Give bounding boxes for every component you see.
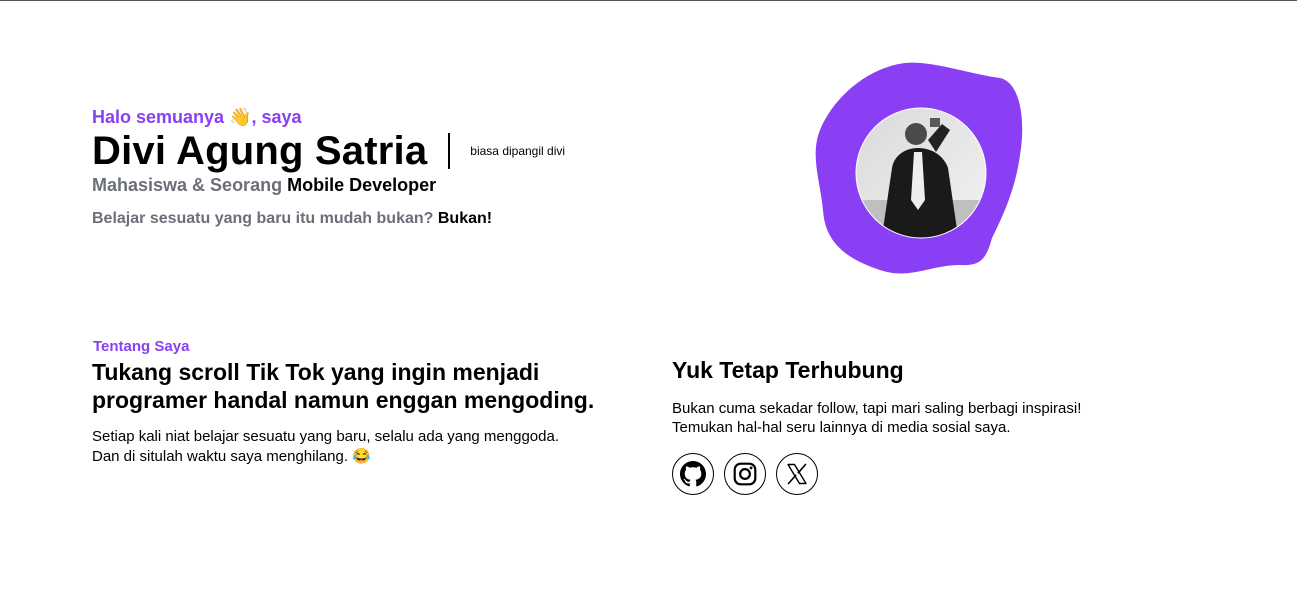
connect-section: Yuk Tetap Terhubung Bukan cuma sekadar f…	[672, 356, 1232, 495]
x-link[interactable]	[776, 453, 818, 495]
tagline-question: Belajar sesuatu yang baru itu mudah buka…	[92, 210, 434, 227]
role-line: Mahasiswa & Seorang Mobile Developer	[92, 174, 652, 196]
nickname: biasa dipangil divi	[470, 144, 566, 158]
tagline-answer: Bukan!	[437, 210, 493, 227]
github-link[interactable]	[672, 453, 714, 495]
profile-blob	[815, 62, 1023, 274]
about-title: Tukang scroll Tik Tok yang ingin menjadi…	[92, 359, 595, 413]
github-icon	[680, 461, 706, 487]
profile-photo-frame	[810, 60, 1030, 280]
about-desc-line-1: Setiap kali niat belajar sesuatu yang ba…	[92, 428, 559, 445]
name-divider	[448, 133, 451, 169]
greeting: Halo semuanya 👋, saya	[92, 107, 302, 127]
name-row: Divi Agung Satria biasa dipangil divi	[92, 130, 652, 172]
x-icon	[787, 463, 807, 485]
about-desc-line-2: Dan di situlah waktu saya menghilang. 😂	[92, 448, 371, 465]
social-links	[672, 453, 1232, 495]
connect-desc-line-1: Bukan cuma sekadar follow, tapi mari sal…	[672, 400, 1082, 417]
instagram-link[interactable]	[724, 453, 766, 495]
connect-title: Yuk Tetap Terhubung	[672, 357, 904, 383]
about-section: Tentang Saya Tukang scroll Tik Tok yang …	[92, 338, 612, 467]
role-prefix: Mahasiswa & Seorang	[92, 175, 283, 195]
connect-description: Bukan cuma sekadar follow, tapi mari sal…	[672, 399, 1232, 437]
about-label: Tentang Saya	[93, 338, 190, 355]
hero-section: Halo semuanya 👋, saya Divi Agung Satria …	[92, 106, 652, 229]
tagline: Belajar sesuatu yang baru itu mudah buka…	[92, 209, 652, 229]
top-border	[0, 0, 1297, 1]
role-highlight: Mobile Developer	[287, 175, 437, 195]
instagram-icon	[733, 462, 757, 486]
about-description: Setiap kali niat belajar sesuatu yang ba…	[92, 427, 612, 467]
connect-desc-line-2: Temukan hal-hal seru lainnya di media so…	[672, 419, 1011, 436]
name-heading: Divi Agung Satria	[92, 129, 428, 173]
